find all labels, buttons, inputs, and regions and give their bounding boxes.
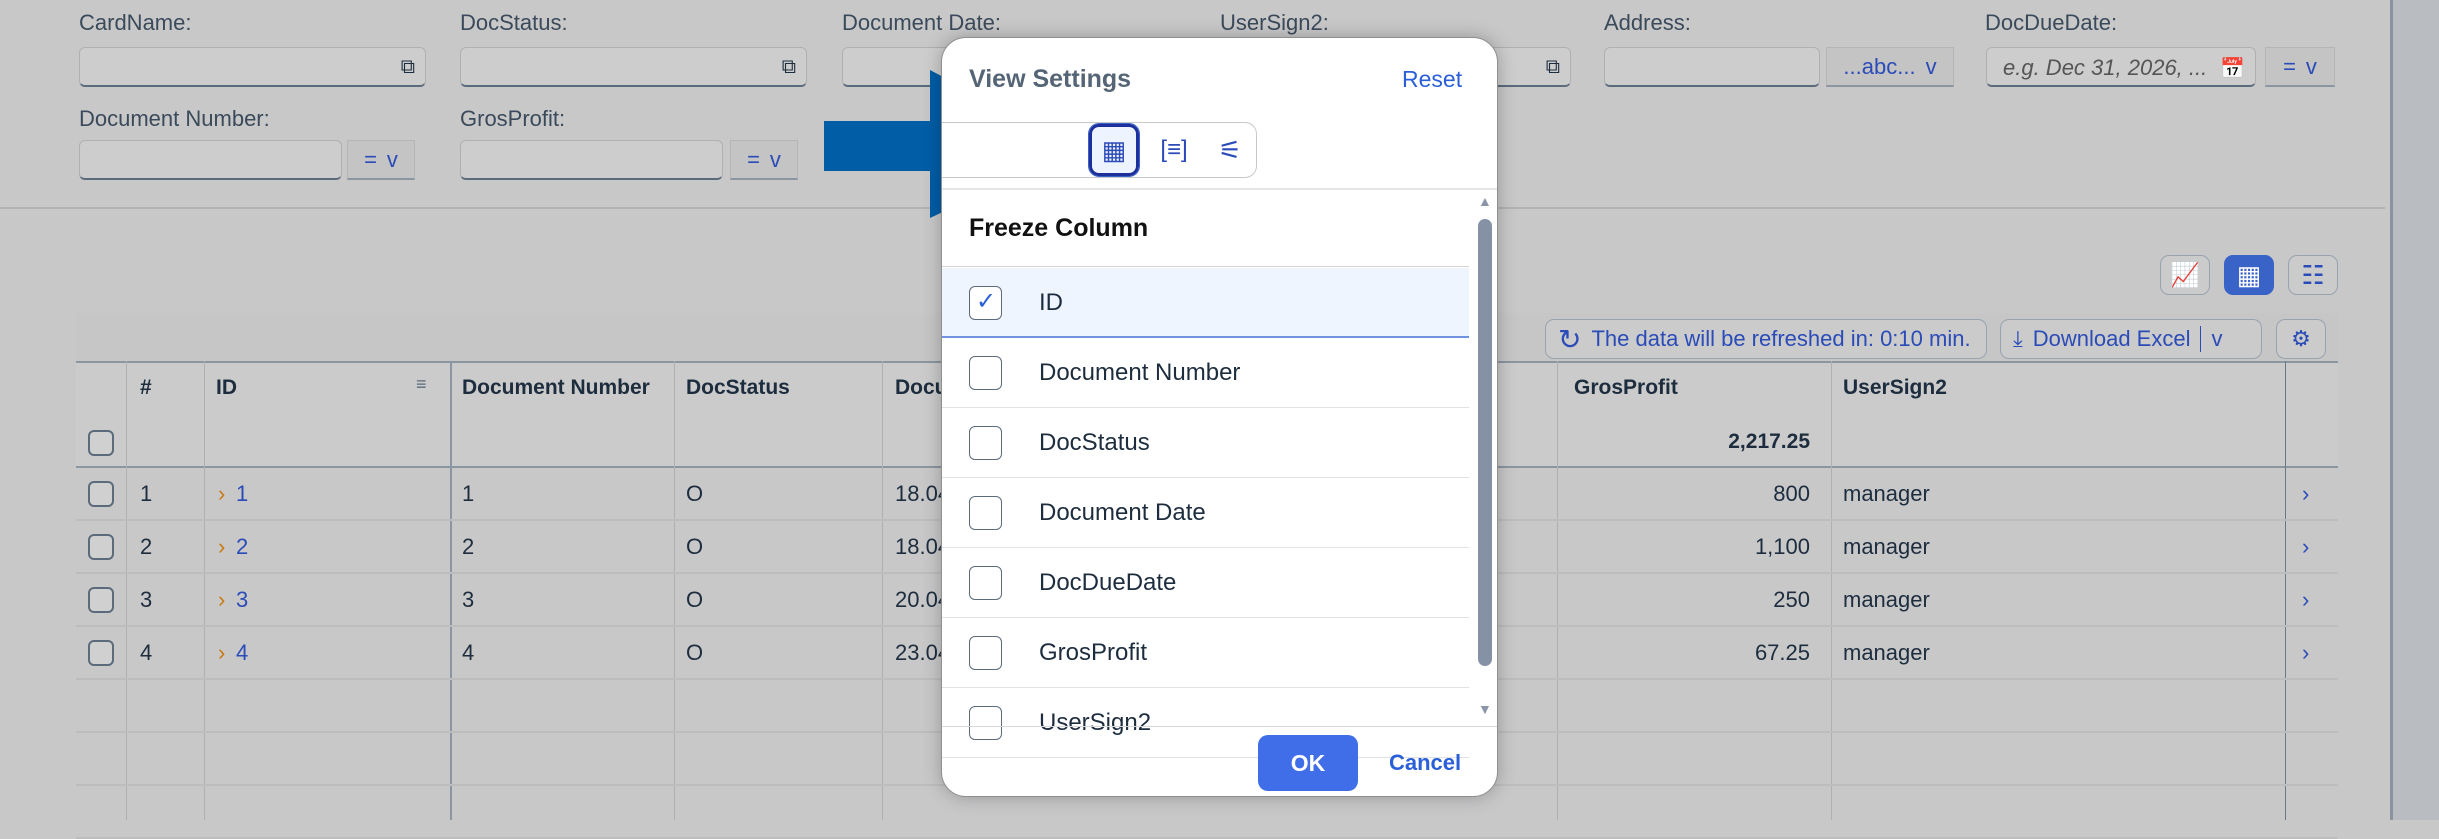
freeze-column-item[interactable]: UserSign2 <box>942 688 1469 758</box>
freeze-column-item[interactable]: GrosProfit <box>942 618 1469 688</box>
freeze-column-item[interactable]: Document Date <box>942 478 1469 548</box>
sliders-icon: ⚟ <box>1218 134 1242 165</box>
item-label: UserSign2 <box>1039 709 1152 736</box>
item-label: ID <box>1039 289 1063 316</box>
checkbox[interactable] <box>969 566 1002 600</box>
checkbox[interactable] <box>969 426 1002 460</box>
item-label: Document Number <box>1039 359 1241 386</box>
sort-tab[interactable]: [≡] <box>1152 130 1196 170</box>
list-scrollbar[interactable]: ▲ ▼ <box>1475 193 1495 726</box>
scrollbar-thumb[interactable] <box>1478 219 1492 666</box>
item-label: Document Date <box>1039 499 1206 526</box>
freeze-column-item[interactable]: DocStatus <box>942 408 1469 478</box>
checkbox[interactable] <box>969 496 1002 530</box>
checkbox[interactable] <box>969 636 1002 670</box>
freeze-column-item[interactable]: ✓ ID <box>942 268 1469 338</box>
scroll-down-icon[interactable]: ▼ <box>1478 701 1492 717</box>
checkbox[interactable] <box>969 356 1002 390</box>
divider <box>942 266 1469 267</box>
reset-button[interactable]: Reset <box>1402 66 1462 93</box>
item-label: GrosProfit <box>1039 639 1148 666</box>
dialog-title: View Settings <box>969 65 1132 93</box>
freeze-column-tab[interactable]: ▦ <box>1088 123 1140 177</box>
divider <box>942 726 1497 727</box>
freeze-column-item[interactable]: Document Number <box>942 338 1469 408</box>
scroll-up-icon[interactable]: ▲ <box>1478 193 1492 209</box>
checkbox[interactable] <box>969 706 1002 740</box>
cancel-button[interactable]: Cancel <box>1389 750 1461 776</box>
ok-button[interactable]: OK <box>1258 735 1358 791</box>
checkbox[interactable]: ✓ <box>969 286 1002 320</box>
view-settings-dialog: View Settings Reset ▦ [≡] ⚟ Freeze Colum… <box>941 37 1498 797</box>
check-icon: ✓ <box>976 288 997 315</box>
freeze-column-item[interactable]: DocDueDate <box>942 548 1469 618</box>
freeze-table-icon: ▦ <box>1101 134 1127 165</box>
divider <box>942 188 1497 190</box>
sort-list-icon: [≡] <box>1160 136 1188 163</box>
filter-settings-tab[interactable]: ⚟ <box>1208 130 1252 170</box>
item-label: DocDueDate <box>1039 569 1177 596</box>
item-label: DocStatus <box>1039 429 1150 456</box>
section-title: Freeze Column <box>969 214 1149 242</box>
